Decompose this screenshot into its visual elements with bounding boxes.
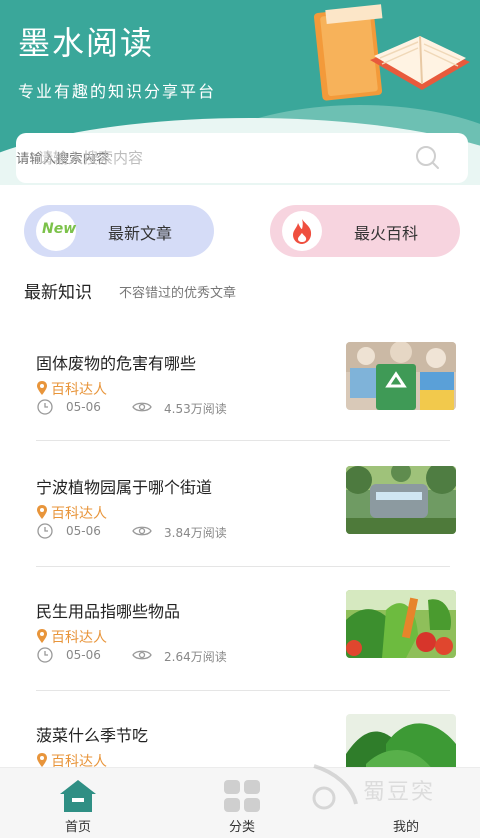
eye-icon [132, 402, 152, 412]
home-icon [60, 780, 96, 812]
article-card[interactable]: 宁波植物园属于哪个街道 百科达人 05-06 3.84万阅读 [36, 466, 456, 566]
clock-icon [37, 523, 53, 539]
location-pin-icon [37, 753, 47, 767]
divider [36, 440, 450, 441]
books-illustration-icon [313, 4, 470, 101]
article-title: 民生用品指哪些物品 [36, 602, 181, 621]
section-subtitle: 不容错过的优秀文章 [119, 286, 237, 301]
article-date: 05-06 [66, 400, 101, 414]
park-stone-image [346, 466, 456, 534]
section-title: 最新知识 [24, 283, 92, 303]
app-title: 墨水阅读 [18, 24, 155, 62]
search-placeholder: 请输入搜索内容 [38, 149, 144, 167]
article-title: 固体废物的危害有哪些 [36, 354, 197, 373]
divider [36, 566, 450, 567]
grid-icon [224, 780, 260, 812]
article-card[interactable]: 民生用品指哪些物品 百科达人 05-06 2.64万阅读 [36, 590, 456, 690]
latest-articles-label: 最新文章 [108, 224, 173, 243]
article-views: 4.53万阅读 [164, 402, 227, 416]
location-pin-icon [37, 629, 47, 643]
divider [36, 690, 450, 691]
tab-home[interactable]: 首页 [38, 768, 118, 838]
tab-category[interactable]: 分类 [202, 768, 282, 838]
tab-home-label: 首页 [64, 820, 91, 835]
watermark: 蜀豆突 [298, 758, 468, 818]
clock-icon [37, 399, 53, 415]
article-date: 05-06 [66, 524, 101, 538]
eye-icon [132, 526, 152, 536]
location-pin-icon [37, 381, 47, 395]
eye-icon [132, 650, 152, 660]
article-title: 菠菜什么季节吃 [36, 726, 149, 745]
article-author: 百科达人 [36, 503, 107, 523]
search-bar[interactable]: 请输入搜索内容 [16, 133, 468, 183]
article-title: 宁波植物园属于哪个街道 [36, 478, 213, 497]
article-author: 百科达人 [36, 627, 107, 647]
recycling-image [346, 342, 456, 410]
latest-articles-button[interactable]: New 最新文章 [24, 205, 214, 257]
vegetables-image [346, 590, 456, 658]
article-views: 3.84万阅读 [164, 526, 227, 540]
search-icon[interactable] [414, 145, 440, 171]
location-pin-icon [37, 505, 47, 519]
article-date: 05-06 [66, 648, 101, 662]
hottest-wiki-button[interactable]: 最火百科 [270, 205, 460, 257]
article-card[interactable]: 固体废物的危害有哪些 百科达人 05-06 4.53万阅读 [36, 342, 456, 442]
fire-icon [282, 211, 322, 251]
watermark-logo-icon [312, 764, 358, 810]
new-badge-icon: New [36, 211, 76, 251]
clock-icon [37, 647, 53, 663]
tab-mine-label: 我的 [392, 820, 419, 835]
article-views: 2.64万阅读 [164, 650, 227, 664]
tab-category-label: 分类 [228, 820, 255, 835]
hottest-wiki-label: 最火百科 [354, 224, 419, 243]
app-subtitle: 专业有趣的知识分享平台 [18, 82, 217, 101]
article-author: 百科达人 [36, 379, 107, 399]
